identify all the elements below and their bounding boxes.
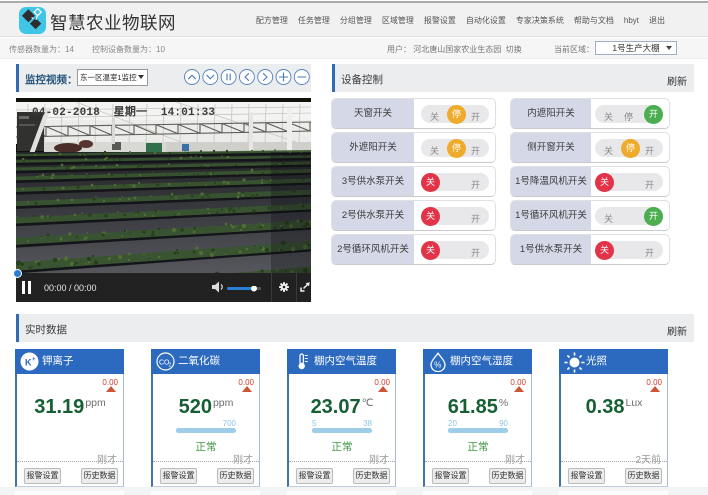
svg-text:2: 2 (169, 363, 172, 369)
svg-text:+: + (32, 357, 36, 363)
svg-text:K: K (25, 358, 32, 368)
svg-text:04-02-2018 星期一 14:01:33: 04-02-2018 星期一 14:01:33 (32, 104, 215, 119)
svg-text:%: % (434, 361, 441, 370)
